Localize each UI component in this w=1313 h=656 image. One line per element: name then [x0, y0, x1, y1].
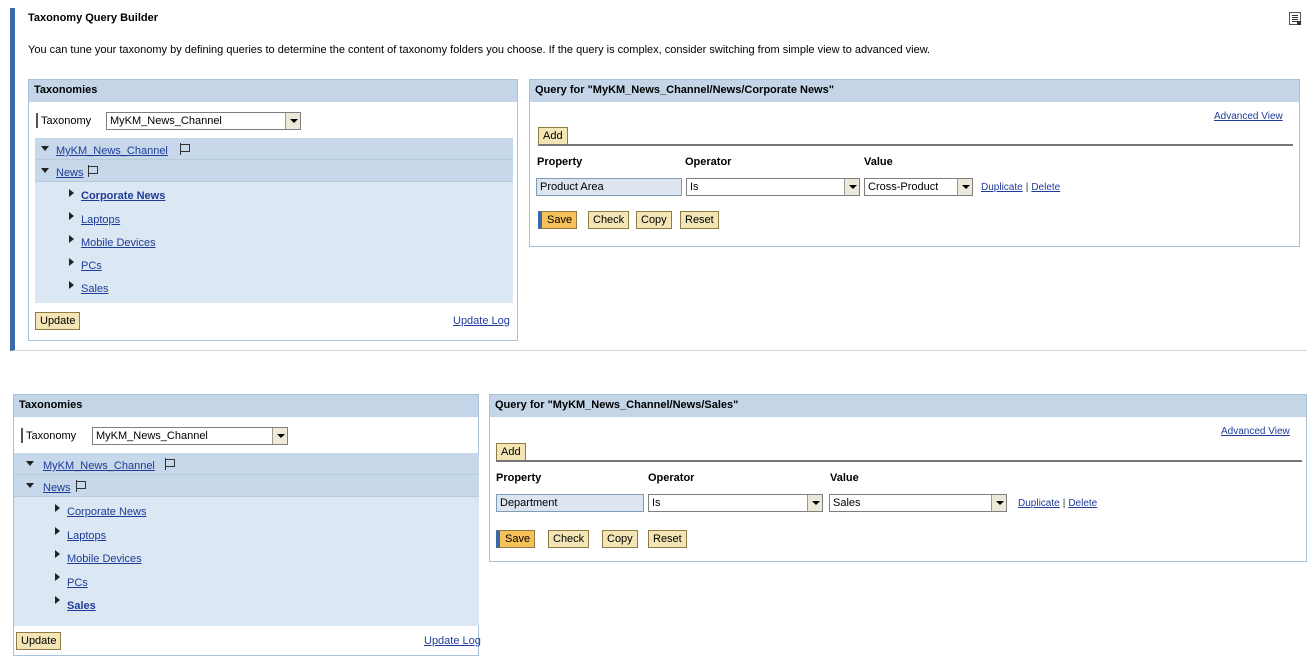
duplicate-link[interactable]: Duplicate — [981, 182, 1023, 193]
triangle-down-icon[interactable] — [26, 461, 34, 466]
taxonomy-tree: MyKM_News_Channel News Corporate News La… — [14, 453, 479, 626]
check-button[interactable]: Check — [548, 530, 590, 548]
column-header-operator: Operator — [685, 156, 732, 168]
triangle-right-icon[interactable] — [55, 573, 60, 581]
tree-item-sales[interactable]: Sales — [81, 283, 109, 295]
tree-item-corporate-news[interactable]: Corporate News — [67, 506, 146, 518]
column-header-property: Property — [496, 472, 542, 484]
tree-item-sales[interactable]: Sales — [67, 600, 96, 612]
dropdown-arrow-icon[interactable] — [807, 495, 822, 511]
triangle-right-icon[interactable] — [69, 258, 74, 266]
tree-item-news[interactable]: News — [56, 167, 84, 179]
operator-select[interactable]: Is — [648, 494, 823, 512]
query-panel: Query for "MyKM_News_Channel/News/Corpor… — [529, 79, 1300, 247]
taxonomies-panel: Taxonomies Taxonomy MyKM_News_Channel My… — [28, 79, 518, 341]
flag-icon[interactable] — [165, 458, 176, 470]
divider — [538, 144, 1293, 146]
column-header-value: Value — [864, 156, 893, 168]
update-log-link[interactable]: Update Log — [453, 315, 510, 327]
delete-link[interactable]: Delete — [1031, 182, 1060, 193]
dropdown-arrow-icon[interactable] — [991, 495, 1006, 511]
tree-item-corporate-news[interactable]: Corporate News — [81, 190, 165, 202]
tree-row-root: MyKM_News_Channel — [35, 138, 513, 160]
taxonomies-panel-header: Taxonomies — [14, 395, 478, 417]
tree-row-news: News — [35, 160, 513, 182]
column-header-property: Property — [537, 156, 583, 168]
operator-select[interactable]: Is — [686, 178, 860, 196]
divider — [496, 460, 1302, 462]
flag-icon[interactable] — [180, 143, 191, 155]
duplicate-link[interactable]: Duplicate — [1018, 498, 1060, 509]
tree-item-mobile-devices[interactable]: Mobile Devices — [67, 553, 142, 565]
value-select[interactable]: Cross-Product — [864, 178, 973, 196]
tree-item-laptops[interactable]: Laptops — [81, 214, 120, 226]
tree-row-news: News — [14, 475, 479, 497]
tree-row-root: MyKM_News_Channel — [14, 453, 479, 475]
property-field[interactable]: Product Area — [536, 178, 682, 196]
reset-button[interactable]: Reset — [648, 530, 687, 548]
query-panel: Query for "MyKM_News_Channel/News/Sales"… — [489, 394, 1307, 562]
dropdown-arrow-icon[interactable] — [272, 428, 287, 444]
page-title-bar — [10, 8, 1307, 32]
delete-link[interactable]: Delete — [1068, 498, 1097, 509]
tree-item-mobile-devices[interactable]: Mobile Devices — [81, 237, 156, 249]
add-button[interactable]: Add — [496, 443, 526, 461]
dropdown-arrow-icon[interactable] — [844, 179, 859, 195]
tree-item-root[interactable]: MyKM_News_Channel — [43, 460, 155, 472]
save-button[interactable]: Save — [496, 530, 536, 548]
advanced-view-link[interactable]: Advanced View — [1214, 111, 1283, 122]
taxonomy-label: Taxonomy — [20, 428, 77, 443]
tree-item-root[interactable]: MyKM_News_Channel — [56, 145, 168, 157]
value-select[interactable]: Sales — [829, 494, 1007, 512]
dropdown-arrow-icon[interactable] — [285, 113, 300, 129]
tree-item-news[interactable]: News — [43, 482, 71, 494]
query-panel-header: Query for "MyKM_News_Channel/News/Sales" — [490, 395, 1306, 417]
taxonomies-panel: Taxonomies Taxonomy MyKM_News_Channel My… — [13, 394, 481, 656]
update-button[interactable]: Update — [16, 632, 62, 650]
check-button[interactable]: Check — [588, 211, 630, 229]
tree-item-pcs[interactable]: PCs — [81, 260, 102, 272]
copy-button[interactable]: Copy — [636, 211, 672, 229]
update-button[interactable]: Update — [35, 312, 81, 330]
triangle-down-icon[interactable] — [41, 168, 49, 173]
triangle-right-icon[interactable] — [69, 235, 74, 243]
taxonomy-tree: MyKM_News_Channel News Corporate News La… — [35, 138, 513, 303]
column-header-value: Value — [830, 472, 859, 484]
tree-item-laptops[interactable]: Laptops — [67, 530, 106, 542]
triangle-right-icon[interactable] — [69, 281, 74, 289]
triangle-right-icon[interactable] — [55, 504, 60, 512]
tree-item-pcs[interactable]: PCs — [67, 577, 88, 589]
taxonomies-panel-header: Taxonomies — [29, 80, 517, 102]
column-header-operator: Operator — [648, 472, 695, 484]
add-button[interactable]: Add — [538, 127, 568, 145]
triangle-right-icon[interactable] — [55, 596, 60, 604]
triangle-right-icon[interactable] — [69, 212, 74, 220]
page-title: Taxonomy Query Builder — [28, 12, 158, 24]
triangle-right-icon[interactable] — [55, 550, 60, 558]
update-log-link[interactable]: Update Log — [424, 635, 481, 647]
copy-button[interactable]: Copy — [602, 530, 638, 548]
advanced-view-link[interactable]: Advanced View — [1221, 426, 1290, 437]
taxonomy-select[interactable]: MyKM_News_Channel — [106, 112, 301, 130]
document-list-icon[interactable] — [1289, 12, 1301, 25]
flag-icon[interactable] — [76, 480, 87, 492]
triangle-down-icon[interactable] — [41, 146, 49, 151]
triangle-right-icon[interactable] — [69, 189, 74, 197]
reset-button[interactable]: Reset — [680, 211, 719, 229]
save-button[interactable]: Save — [538, 211, 578, 229]
property-field[interactable]: Department — [496, 494, 644, 512]
triangle-right-icon[interactable] — [55, 527, 60, 535]
taxonomy-label: Taxonomy — [35, 113, 92, 128]
triangle-down-icon[interactable] — [26, 483, 34, 488]
intro-text: You can tune your taxonomy by defining q… — [28, 44, 931, 56]
taxonomy-select[interactable]: MyKM_News_Channel — [92, 427, 288, 445]
query-panel-header: Query for "MyKM_News_Channel/News/Corpor… — [530, 80, 1299, 102]
dropdown-arrow-icon[interactable] — [957, 179, 972, 195]
flag-icon[interactable] — [88, 165, 99, 177]
